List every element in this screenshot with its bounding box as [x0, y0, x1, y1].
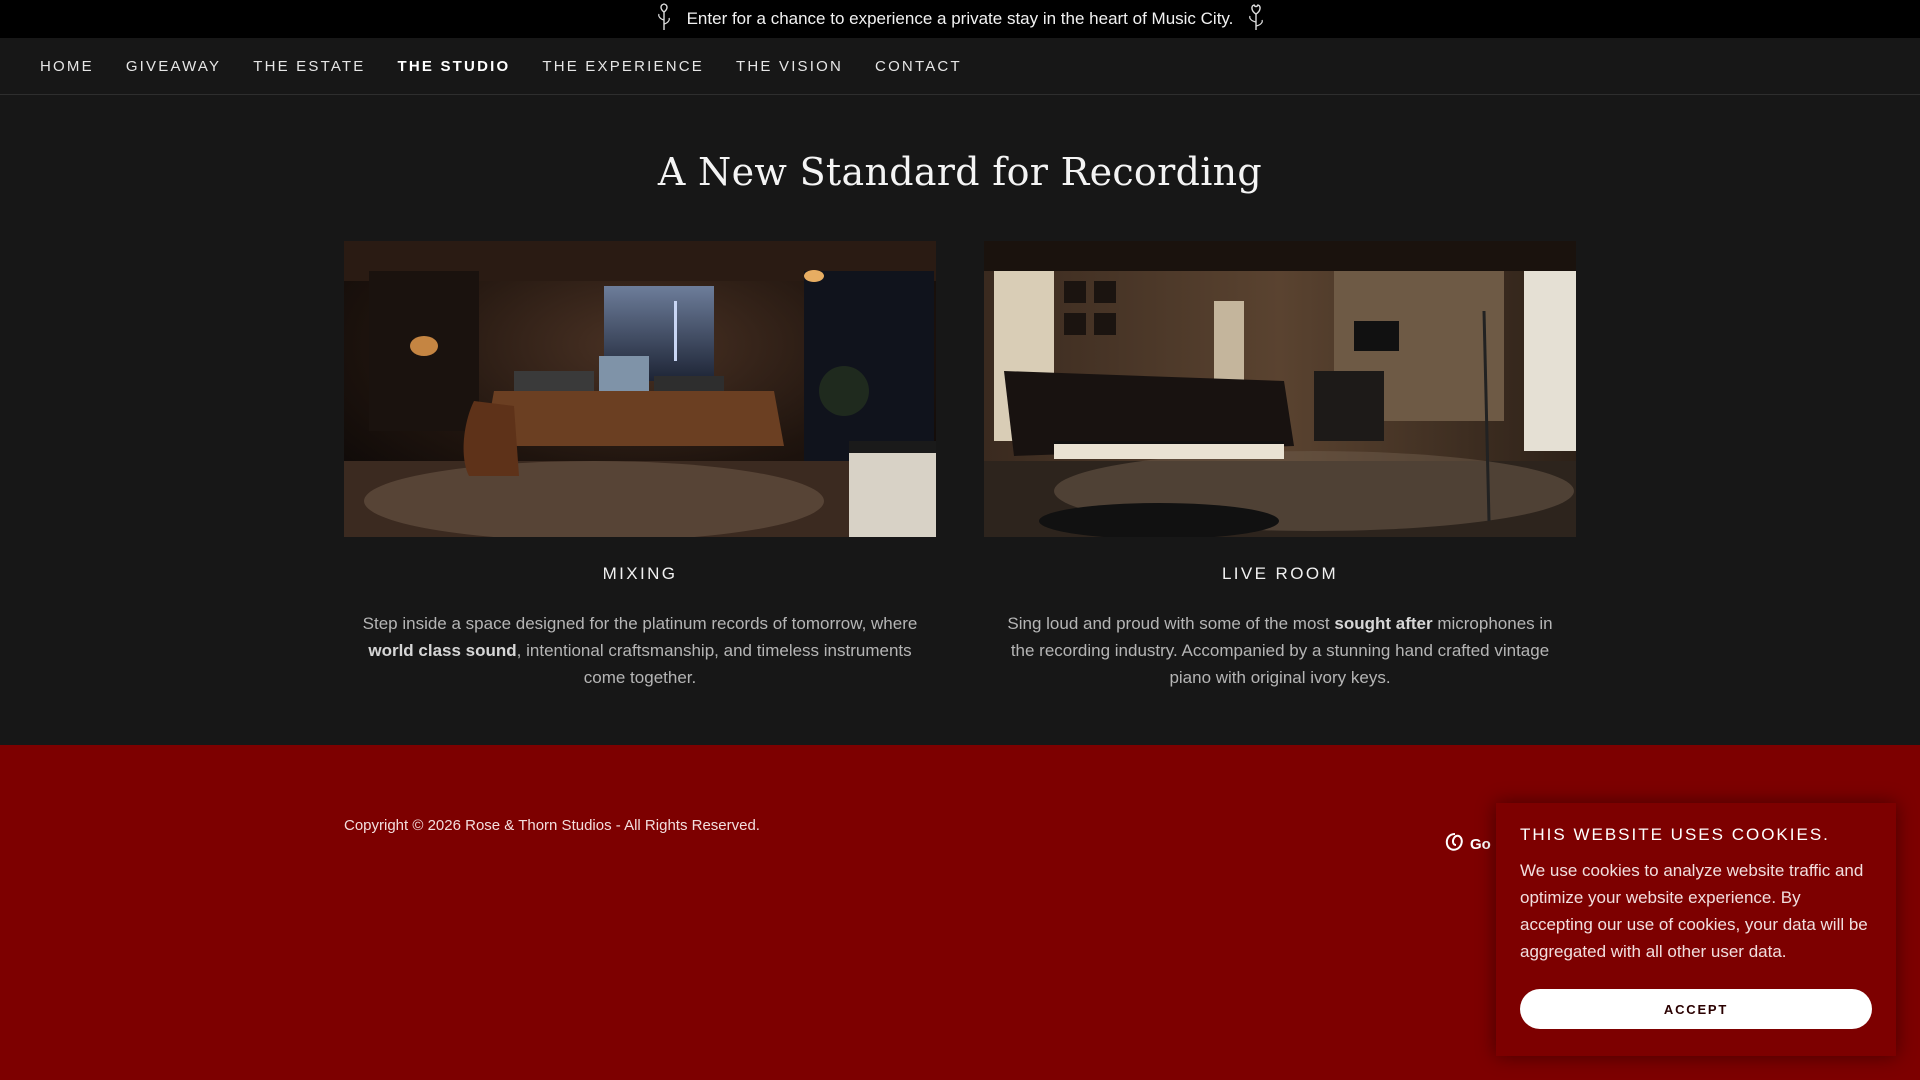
rose-icon: [1245, 2, 1267, 37]
live-room-description: Sing loud and proud with some of the mos…: [1007, 614, 1553, 687]
announcement-bar: Enter for a chance to experience a priva…: [0, 0, 1920, 38]
live-room-card: LIVE ROOM Sing loud and proud with some …: [984, 241, 1576, 691]
nav-item-the-studio[interactable]: THE STUDIO: [398, 58, 511, 75]
nav-item-giveaway[interactable]: GIVEAWAY: [126, 58, 221, 75]
live-room-heading: LIVE ROOM: [1221, 564, 1339, 583]
cookie-text: We use cookies to analyze website traffi…: [1520, 861, 1868, 961]
mixing-studio-photo: [344, 241, 936, 537]
rose-icon: [653, 2, 675, 37]
nav-item-the-vision[interactable]: THE VISION: [736, 58, 843, 75]
nav-item-the-estate[interactable]: THE ESTATE: [253, 58, 365, 75]
cookie-title: THIS WEBSITE USES COOKIES.: [1520, 825, 1830, 844]
copyright-text: Copyright © 2026 Rose & Thorn Studios - …: [344, 817, 760, 834]
announcement-text: Enter for a chance to experience a priva…: [686, 9, 1234, 28]
mixing-description: Step inside a space designed for the pla…: [362, 614, 918, 687]
nav-item-home[interactable]: HOME: [40, 58, 94, 75]
godaddy-logo[interactable]: Go: [1444, 831, 1491, 857]
nav-item-contact[interactable]: CONTACT: [875, 58, 962, 75]
mixing-heading: MIXING: [602, 564, 678, 583]
main-nav: HOME GIVEAWAY THE ESTATE THE STUDIO THE …: [0, 38, 1920, 95]
godaddy-text: Go: [1470, 835, 1491, 853]
section-title: A New Standard for Recording: [657, 150, 1263, 194]
cookie-banner: THIS WEBSITE USES COOKIES. We use cookie…: [1496, 803, 1896, 1056]
live-room-photo: [984, 241, 1576, 537]
godaddy-icon: [1444, 831, 1466, 857]
accept-cookies-button[interactable]: ACCEPT: [1520, 989, 1872, 1029]
mixing-card: MIXING Step inside a space designed for …: [344, 241, 936, 691]
nav-item-the-experience[interactable]: THE EXPERIENCE: [542, 58, 704, 75]
